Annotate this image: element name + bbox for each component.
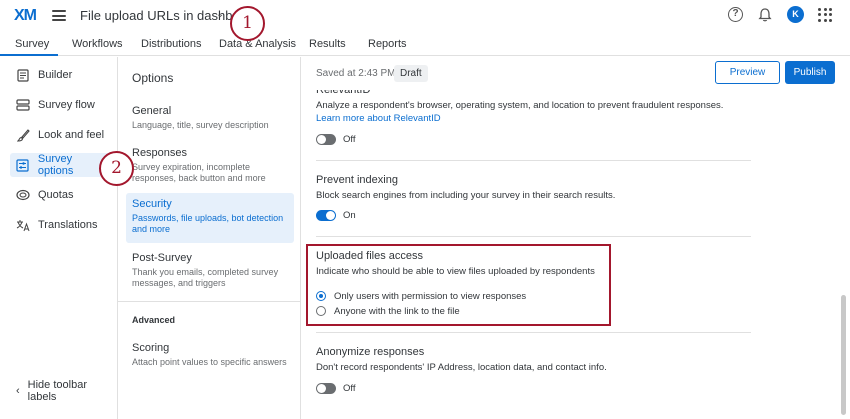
help-icon[interactable]: ? bbox=[728, 7, 743, 22]
quotas-icon bbox=[16, 188, 30, 202]
top-icons: ? K bbox=[728, 6, 832, 23]
survey-options-icon bbox=[16, 158, 30, 172]
toolbar-item-builder[interactable]: Builder bbox=[10, 63, 110, 87]
learn-more-link[interactable]: Learn more about RelevantID bbox=[316, 113, 441, 124]
tab-survey[interactable]: Survey bbox=[15, 38, 49, 50]
option-title: Security bbox=[132, 198, 172, 210]
prevent-indexing-toggle-label: On bbox=[343, 210, 356, 221]
relevantid-desc-text: Analyze a respondent's browser, operatin… bbox=[316, 100, 724, 111]
advanced-heading: Advanced bbox=[132, 315, 176, 325]
publish-button[interactable]: Publish bbox=[785, 61, 835, 84]
option-scoring[interactable]: Scoring Attach point values to specific … bbox=[126, 337, 294, 373]
option-desc: Passwords, file uploads, bot detection a… bbox=[132, 213, 284, 234]
hide-toolbar-labels-button[interactable]: ‹ Hide toolbar labels bbox=[16, 379, 117, 403]
options-panel: Options General Language, title, survey … bbox=[118, 57, 301, 419]
relevantid-toggle[interactable] bbox=[316, 134, 336, 145]
highlight-box bbox=[306, 244, 611, 326]
main-content: Saved at 2:43 PM Draft Preview Publish R… bbox=[301, 57, 850, 419]
translate-icon bbox=[16, 218, 30, 232]
prevent-indexing-toggle[interactable] bbox=[316, 210, 336, 221]
section-divider bbox=[316, 332, 751, 333]
relevantid-title: RelevantID bbox=[316, 84, 371, 96]
toolbar-item-survey-options[interactable]: Survey options bbox=[10, 153, 110, 177]
chevron-down-icon[interactable]: ⌄ bbox=[216, 9, 224, 20]
section-divider bbox=[316, 236, 751, 237]
anonymize-toggle[interactable] bbox=[316, 383, 336, 394]
toolbar-item-translations[interactable]: Translations bbox=[10, 213, 110, 237]
builder-icon bbox=[16, 68, 30, 82]
chevron-left-icon: ‹ bbox=[16, 385, 20, 397]
toolbar-item-quotas[interactable]: Quotas bbox=[10, 183, 110, 207]
saved-status: Saved at 2:43 PM bbox=[316, 68, 396, 79]
survey-flow-icon bbox=[16, 98, 30, 112]
prevent-indexing-title: Prevent indexing bbox=[316, 174, 398, 186]
toolbar-label: Survey flow bbox=[38, 99, 95, 111]
relevantid-desc: Analyze a respondent's browser, operatin… bbox=[316, 99, 746, 125]
top-bar: XM File upload URLs in dashboard ⌄ ? K bbox=[0, 0, 850, 32]
left-toolbar: Builder Survey flow Look and feel Survey… bbox=[0, 57, 118, 419]
bell-icon[interactable] bbox=[757, 7, 773, 23]
option-general[interactable]: General Language, title, survey descript… bbox=[126, 100, 294, 136]
option-responses[interactable]: Responses Survey expiration, incomplete … bbox=[126, 142, 294, 189]
options-divider bbox=[118, 301, 301, 302]
draft-badge: Draft bbox=[394, 65, 428, 82]
nav-tabs: Survey Workflows Distributions Data & An… bbox=[0, 32, 850, 56]
hide-labels-text: Hide toolbar labels bbox=[27, 379, 87, 403]
toolbar-item-look-and-feel[interactable]: Look and feel bbox=[10, 123, 110, 147]
option-title: Post-Survey bbox=[132, 252, 192, 264]
menu-icon[interactable] bbox=[52, 10, 66, 21]
option-title: General bbox=[132, 105, 172, 117]
option-post-survey[interactable]: Post-Survey Thank you emails, completed … bbox=[126, 247, 294, 294]
scrollbar[interactable] bbox=[841, 295, 846, 415]
xm-logo[interactable]: XM bbox=[14, 7, 37, 25]
option-title: Responses bbox=[132, 147, 188, 159]
prevent-indexing-desc: Block search engines from including your… bbox=[316, 190, 616, 201]
tab-workflows[interactable]: Workflows bbox=[72, 38, 123, 50]
toolbar-label: Look and feel bbox=[38, 129, 105, 141]
paintbrush-icon bbox=[16, 128, 30, 142]
active-tab-indicator bbox=[0, 54, 58, 56]
section-divider bbox=[316, 160, 751, 161]
preview-button[interactable]: Preview bbox=[715, 61, 780, 84]
anonymize-toggle-label: Off bbox=[343, 383, 356, 394]
relevantid-toggle-label: Off bbox=[343, 134, 356, 145]
option-title: Scoring bbox=[132, 342, 170, 354]
toolbar-item-survey-flow[interactable]: Survey flow bbox=[10, 93, 110, 117]
options-title: Options bbox=[132, 71, 174, 85]
option-desc: Survey expiration, incomplete responses,… bbox=[132, 162, 266, 183]
option-security[interactable]: Security Passwords, file uploads, bot de… bbox=[126, 193, 294, 243]
avatar[interactable]: K bbox=[787, 6, 804, 23]
tab-data-analysis[interactable]: Data & Analysis bbox=[219, 38, 296, 50]
toolbar-label: Quotas bbox=[38, 189, 74, 201]
callout-1: 1 bbox=[230, 6, 265, 41]
anonymize-desc: Don't record respondents' IP Address, lo… bbox=[316, 362, 607, 373]
toolbar-label: Builder bbox=[38, 69, 73, 81]
tab-distributions[interactable]: Distributions bbox=[141, 38, 202, 50]
apps-grid-icon[interactable] bbox=[818, 7, 832, 22]
option-desc: Thank you emails, completed survey messa… bbox=[132, 267, 279, 288]
option-desc: Language, title, survey description bbox=[132, 120, 269, 130]
tab-reports[interactable]: Reports bbox=[368, 38, 407, 50]
tab-results[interactable]: Results bbox=[309, 38, 346, 50]
callout-2: 2 bbox=[99, 151, 134, 186]
toolbar-label: Translations bbox=[38, 219, 98, 231]
option-desc: Attach point values to specific answers bbox=[132, 357, 287, 367]
anonymize-title: Anonymize responses bbox=[316, 346, 425, 358]
